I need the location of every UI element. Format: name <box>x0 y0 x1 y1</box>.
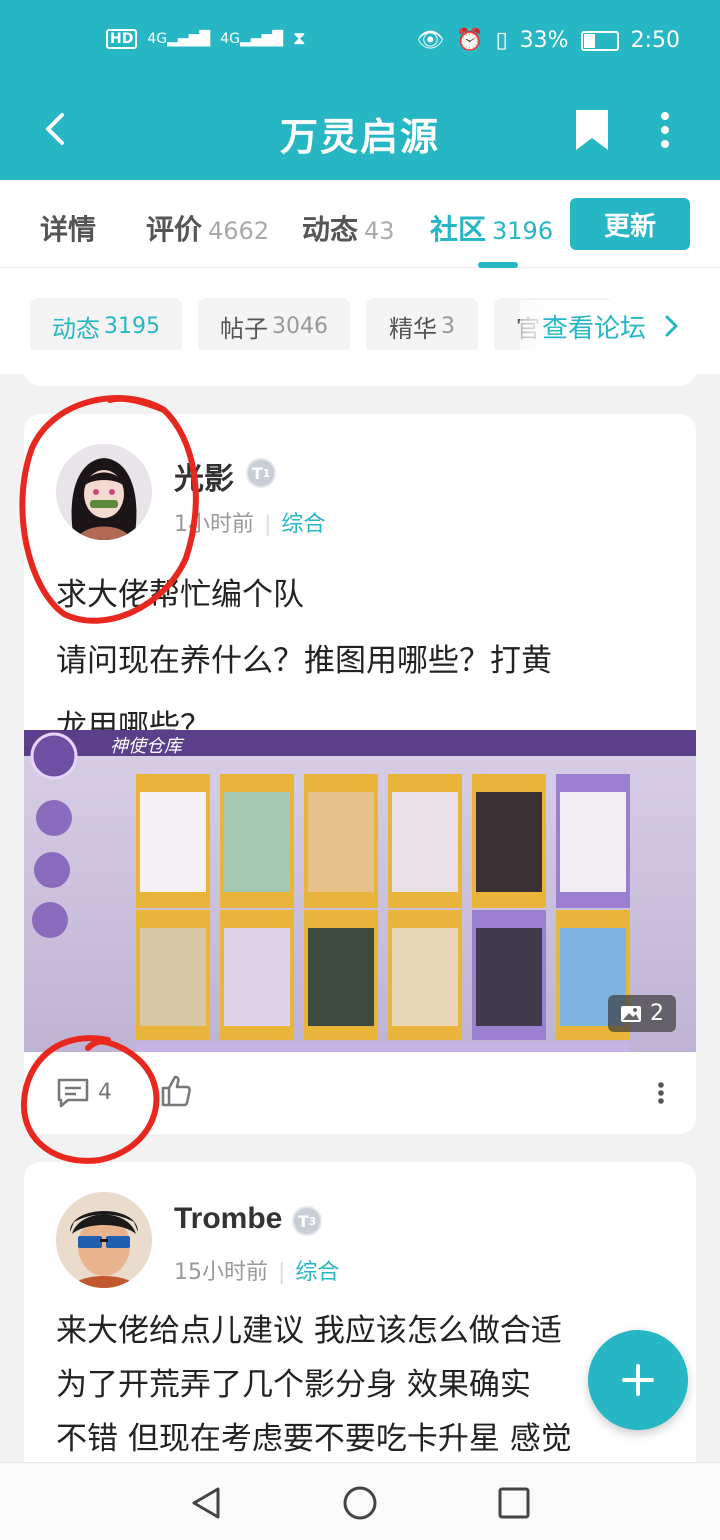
user-level-badge: T1 <box>246 458 276 488</box>
battery-icon <box>580 30 619 51</box>
status-left: HD 4G▂▄▆█ 4G▂▄▆█ ⧗ <box>106 28 306 49</box>
game-screenshot <box>24 730 696 1052</box>
comment-count: 4 <box>98 1079 112 1105</box>
home-circle-icon[interactable] <box>340 1483 380 1523</box>
vibrate-icon: ▯ <box>495 28 508 53</box>
post-category[interactable]: 综合 <box>281 512 325 537</box>
previous-card-edge <box>24 350 696 386</box>
system-nav-bar <box>0 1462 720 1540</box>
recents-square-icon[interactable] <box>494 1483 534 1523</box>
avatar[interactable] <box>56 444 152 540</box>
clock: 2:50 <box>630 28 680 53</box>
post-line: 请问现在养什么？推图用哪些？打黄 <box>56 643 552 679</box>
tab-activity[interactable]: 动态 43 <box>302 208 395 248</box>
view-forum-link[interactable]: 查看论坛 <box>520 300 720 352</box>
subtab-activity[interactable]: 动态 3195 <box>30 298 182 354</box>
username[interactable]: 光影 <box>174 454 234 498</box>
battery-percent: 33% <box>519 28 569 53</box>
post-meta: 15小时前 | 综合 <box>174 1260 340 1285</box>
status-bar: HD 4G▂▄▆█ 4G▂▄▆█ ⧗ 👁 ⏰ ▯ 33% 2:50 <box>0 0 720 84</box>
eye-icon: 👁 <box>416 28 445 53</box>
avatar-image <box>56 1192 152 1288</box>
post-line: 不错 但现在考虑要不要吃卡升星 感觉 <box>56 1421 572 1457</box>
subtab-posts[interactable]: 帖子 3046 <box>198 298 350 354</box>
more-vertical-icon <box>658 1082 664 1104</box>
app-bar: 万灵启源 <box>0 84 720 180</box>
tab-community[interactable]: 社区 3196 <box>430 208 553 248</box>
comment-button[interactable]: 4 <box>56 1076 112 1108</box>
hourglass-icon: ⧗ <box>293 28 306 49</box>
tab-bar: 详情 评价 4662 动态 43 社区 3196 更新 <box>0 180 720 268</box>
image-title: 神使仓库 <box>110 736 182 757</box>
avatar[interactable] <box>56 1192 152 1288</box>
page: HD 4G▂▄▆█ 4G▂▄▆█ ⧗ 👁 ⏰ ▯ 33% 2:50 万灵启源 详… <box>0 0 720 1540</box>
comment-icon <box>57 1078 89 1108</box>
post-actions: 4 <box>24 1068 696 1118</box>
page-title: 万灵启源 <box>279 115 440 159</box>
status-right: 👁 ⏰ ▯ 33% 2:50 <box>416 28 680 53</box>
subtab-featured[interactable]: 精华 3 <box>366 298 478 354</box>
post-meta: 1小时前 | 综合 <box>174 512 326 537</box>
tab-reviews[interactable]: 评价 4662 <box>146 208 269 248</box>
bookmark-icon <box>576 110 608 150</box>
update-button[interactable]: 更新 <box>570 198 690 250</box>
image-icon <box>621 1005 641 1022</box>
post-time: 15小时前 <box>174 1260 268 1285</box>
post-card[interactable]: Trombe T3 15小时前 | 综合 来大佬给点儿建议 我应该怎么做合适 为了开… <box>24 1162 696 1482</box>
post-time: 1小时前 <box>174 512 254 537</box>
signal-icon-2: 4G▂▄▆█ <box>220 30 284 47</box>
more-button[interactable] <box>650 104 680 154</box>
plus-icon <box>622 1364 654 1396</box>
more-vertical-icon <box>661 112 669 148</box>
post-image[interactable]: 神使仓库 2 <box>24 730 696 1052</box>
create-post-button[interactable] <box>588 1330 688 1430</box>
thumbs-up-icon <box>161 1075 191 1107</box>
user-level-badge: T3 <box>292 1206 322 1236</box>
post-card[interactable]: 光影 T1 1小时前 | 综合 求大佬帮忙编个队 请问现在养什么？推图用哪些？打黄 … <box>24 414 696 1134</box>
tab-details[interactable]: 详情 <box>40 208 96 248</box>
like-button[interactable] <box>160 1074 192 1112</box>
post-category[interactable]: 综合 <box>295 1260 339 1285</box>
bookmark-button[interactable] <box>572 104 612 154</box>
signal-icon: 4G▂▄▆█ <box>147 30 211 47</box>
username[interactable]: Trombe <box>174 1202 282 1236</box>
alarm-icon: ⏰ <box>456 28 484 53</box>
chevron-right-icon <box>665 315 678 337</box>
image-count-badge: 2 <box>608 995 676 1032</box>
avatar-image <box>56 444 152 540</box>
post-more-button[interactable] <box>656 1078 666 1112</box>
hd-icon: HD <box>106 28 138 49</box>
back-triangle-icon[interactable] <box>186 1483 226 1523</box>
post-line: 求大佬帮忙编个队 <box>56 577 304 613</box>
